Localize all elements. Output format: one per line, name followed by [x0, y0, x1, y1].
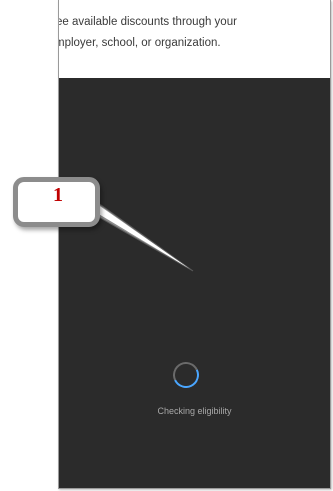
intro-line-1: ee available discounts through your: [58, 16, 237, 28]
intro-text: ee available discounts through your mplo…: [59, 12, 329, 54]
callout-badge: 1: [13, 177, 100, 227]
intro-line-2: mployer, school, or organization.: [58, 37, 221, 49]
loading-panel: Checking eligibility: [59, 78, 330, 488]
app-frame: ee available discounts through your mplo…: [58, 0, 331, 489]
loading-spinner-icon: [169, 358, 203, 392]
loading-status-text: Checking eligibility: [157, 406, 232, 416]
callout-number: 1: [53, 184, 63, 206]
